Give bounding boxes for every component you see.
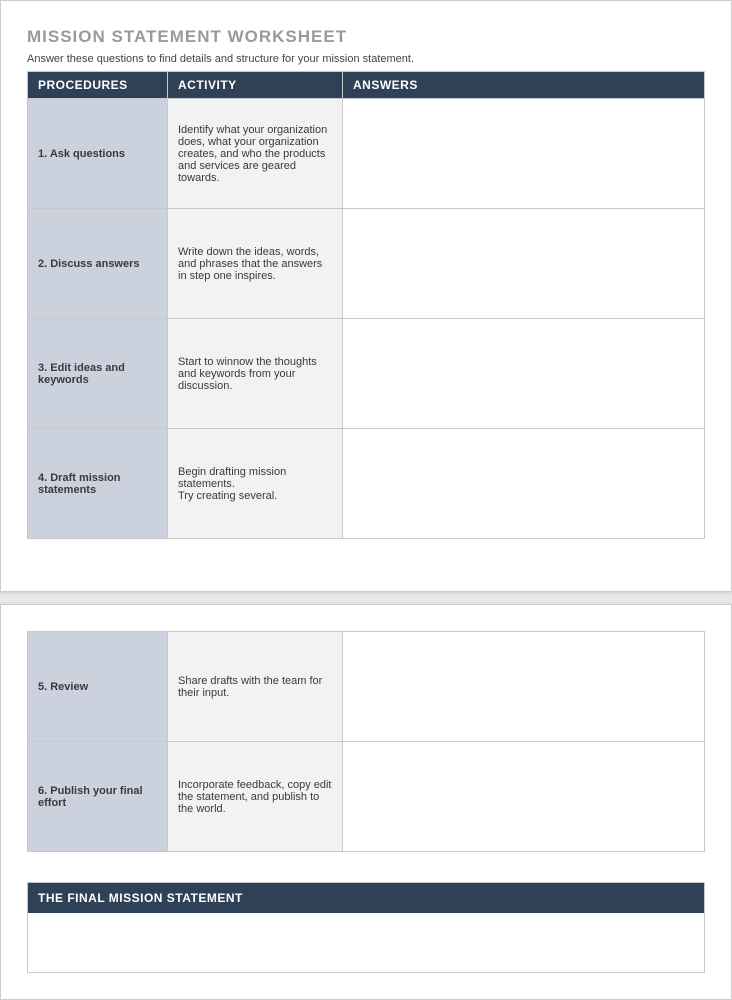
procedure-cell: 6. Publish your final effort bbox=[28, 742, 168, 852]
document-page-2: 5. Review Share drafts with the team for… bbox=[0, 604, 732, 1000]
header-procedures: PROCEDURES bbox=[28, 72, 168, 99]
activity-cell: Begin drafting mission statements.Try cr… bbox=[168, 429, 343, 539]
header-answers: ANSWERS bbox=[343, 72, 705, 99]
answers-cell[interactable] bbox=[343, 99, 705, 209]
activity-cell: Identify what your organization does, wh… bbox=[168, 99, 343, 209]
answers-cell[interactable] bbox=[343, 209, 705, 319]
answers-cell[interactable] bbox=[343, 319, 705, 429]
activity-cell: Share drafts with the team for their inp… bbox=[168, 632, 343, 742]
table-header-row: PROCEDURES ACTIVITY ANSWERS bbox=[28, 72, 705, 99]
activity-cell: Start to winnow the thoughts and keyword… bbox=[168, 319, 343, 429]
header-activity: ACTIVITY bbox=[168, 72, 343, 99]
table-row: 3. Edit ideas and keywords Start to winn… bbox=[28, 319, 705, 429]
activity-cell: Write down the ideas, words, and phrases… bbox=[168, 209, 343, 319]
final-statement-header: THE FINAL MISSION STATEMENT bbox=[27, 882, 705, 913]
worksheet-table-continued: 5. Review Share drafts with the team for… bbox=[27, 631, 705, 852]
table-row: 5. Review Share drafts with the team for… bbox=[28, 632, 705, 742]
procedure-cell: 2. Discuss answers bbox=[28, 209, 168, 319]
worksheet-subtitle: Answer these questions to find details a… bbox=[27, 53, 705, 65]
answers-cell[interactable] bbox=[343, 742, 705, 852]
procedure-cell: 5. Review bbox=[28, 632, 168, 742]
procedure-cell: 4. Draft mission statements bbox=[28, 429, 168, 539]
answers-cell[interactable] bbox=[343, 429, 705, 539]
document-page-1: MISSION STATEMENT WORKSHEET Answer these… bbox=[0, 0, 732, 592]
table-row: 4. Draft mission statements Begin drafti… bbox=[28, 429, 705, 539]
answers-cell[interactable] bbox=[343, 632, 705, 742]
table-row: 1. Ask questions Identify what your orga… bbox=[28, 99, 705, 209]
worksheet-table: PROCEDURES ACTIVITY ANSWERS 1. Ask quest… bbox=[27, 71, 705, 539]
table-row: 6. Publish your final effort Incorporate… bbox=[28, 742, 705, 852]
procedure-cell: 3. Edit ideas and keywords bbox=[28, 319, 168, 429]
procedure-cell: 1. Ask questions bbox=[28, 99, 168, 209]
final-statement-body[interactable] bbox=[27, 913, 705, 973]
activity-cell: Incorporate feedback, copy edit the stat… bbox=[168, 742, 343, 852]
worksheet-title: MISSION STATEMENT WORKSHEET bbox=[27, 27, 705, 47]
table-row: 2. Discuss answers Write down the ideas,… bbox=[28, 209, 705, 319]
